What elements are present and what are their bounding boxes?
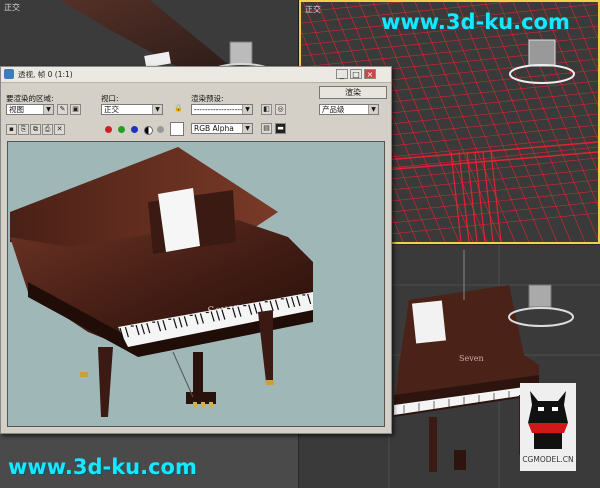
clone-icon[interactable]: ⧉ [30,124,41,135]
auto-region-icon[interactable]: ▣ [70,104,81,115]
channel-dropdown-value: RGB Alpha [194,124,234,133]
display-icon[interactable]: ▬ [275,123,286,134]
minimize-button[interactable]: _ [336,69,348,79]
app-icon [4,69,14,79]
chevron-down-icon: ▼ [368,105,378,114]
viewport-dropdown-value: 正交 [104,105,119,114]
edit-region-icon[interactable]: ✎ [57,104,68,115]
render-setup-icon[interactable]: ◧ [261,104,272,115]
preset-dropdown-value: -------------------- [194,105,249,114]
close-button[interactable]: × [364,69,376,79]
watermark-text: www.3d-ku.com [381,10,570,34]
product-level-dropdown[interactable]: 产品级 ▼ [319,104,379,115]
viewport-label[interactable]: 正交 [305,4,321,15]
maximize-button[interactable]: □ [350,69,362,79]
toggle-ui-icon[interactable]: ▤ [261,123,272,134]
wire-line [450,151,462,242]
blue-channel-icon[interactable] [131,126,138,133]
wire-line [490,151,502,242]
window-titlebar[interactable]: 透视, 帧 0 (1:1) _ □ × [1,67,391,83]
ring-object [509,64,575,84]
mono-channel-icon[interactable] [157,126,164,133]
save-icon[interactable]: ▪ [6,124,17,135]
piano-brand-text: Seven [459,354,484,363]
alpha-channel-icon[interactable] [144,126,153,135]
area-dropdown-value: 视图 [9,105,24,114]
window-title: 透视, 帧 0 (1:1) [18,70,73,79]
wire-line [458,151,470,242]
piano-render: Seven [10,147,313,417]
wire-line [474,151,486,242]
chevron-down-icon: ▼ [152,105,162,114]
product-level-value: 产品级 [322,105,345,114]
channel-dropdown[interactable]: RGB Alpha ▼ [191,123,253,134]
lock-icon[interactable]: 🔒 [173,104,184,115]
viewport-dropdown-label: 视口: [101,94,119,103]
viewport-dropdown[interactable]: 正交 ▼ [101,104,163,115]
viewport-label[interactable]: 正交 [4,2,20,13]
preset-dropdown[interactable]: -------------------- ▼ [191,104,253,115]
wire-line [568,2,598,73]
rendered-image: Seven [7,141,385,427]
rendered-frame-window[interactable]: 透视, 帧 0 (1:1) _ □ × 要渲染的区域: 视口: 渲染预设: 渲染… [0,66,392,434]
cgmodel-logo: CGMODEL.CN [520,383,576,471]
green-channel-icon[interactable] [118,126,125,133]
copy-icon[interactable]: ⎘ [18,124,29,135]
print-icon[interactable]: ⎙ [42,124,53,135]
preset-label: 渲染预设: [191,94,224,103]
environment-icon[interactable]: ◎ [275,104,286,115]
clear-icon[interactable]: ✕ [54,124,65,135]
wire-line [482,151,494,242]
red-channel-icon[interactable] [105,126,112,133]
cube-object [528,39,556,67]
chevron-down-icon: ▼ [242,124,252,133]
area-label: 要渲染的区域: [6,94,54,103]
watermark-text-bottom: www.3d-ku.com [8,455,197,479]
render-button[interactable]: 渲染 [319,86,387,99]
chevron-down-icon: ▼ [242,105,252,114]
area-dropdown[interactable]: 视图 ▼ [6,104,54,115]
wire-line [554,2,598,106]
logo-text: CGMODEL.CN [522,455,574,464]
chevron-down-icon: ▼ [43,105,53,114]
swatch-icon[interactable] [170,122,184,136]
devil-logo-icon [528,391,568,449]
